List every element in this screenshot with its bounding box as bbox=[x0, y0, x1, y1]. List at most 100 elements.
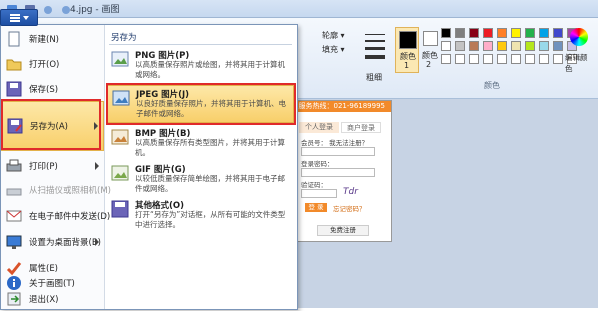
save-as-jpeg[interactable]: JPEG 图片(J) 以良好质量保存照片，并将其用于计算机、电子邮件或网络。 bbox=[107, 85, 294, 123]
menu-item-open[interactable]: 打开(O) bbox=[1, 52, 104, 76]
image-input-captcha bbox=[301, 189, 337, 198]
menu-item-new[interactable]: 新建(N) bbox=[1, 27, 104, 51]
palette-swatch[interactable] bbox=[525, 54, 535, 64]
other-formats-icon bbox=[111, 200, 129, 218]
file-menu-button[interactable] bbox=[0, 9, 38, 26]
save-as-item-description: 打开“另存为”对话框，从所有可能的文件类型中进行选择。 bbox=[135, 210, 286, 229]
jpeg-image-icon bbox=[112, 89, 130, 107]
palette-swatch[interactable] bbox=[469, 54, 479, 64]
save-as-submenu: 另存为 PNG 图片(P) 以高质量保存照片或绘图，并将其用于计算机或网络。 J… bbox=[105, 25, 296, 309]
save-as-png[interactable]: PNG 图片(P) 以高质量保存照片或绘图，并将其用于计算机或网络。 bbox=[107, 47, 294, 83]
color-palette bbox=[441, 28, 578, 64]
palette-swatch[interactable] bbox=[497, 54, 507, 64]
image-input-password bbox=[301, 168, 375, 177]
image-header-bar: 服务热线：021-96189995 bbox=[297, 101, 391, 112]
palette-swatch[interactable] bbox=[455, 54, 465, 64]
palette-swatch[interactable] bbox=[441, 28, 451, 38]
palette-swatch[interactable] bbox=[469, 28, 479, 38]
canvas-image[interactable]: 服务热线：021-96189995 个人登录 商户登录 会员号： 我无法注册？ … bbox=[296, 100, 392, 242]
palette-swatch[interactable] bbox=[469, 41, 479, 51]
email-icon bbox=[6, 208, 22, 224]
color1-button[interactable]: 颜色 1 bbox=[395, 27, 419, 73]
edit-colors-button[interactable]: 编辑颜色 bbox=[565, 28, 593, 73]
menu-item-save-as[interactable]: 另存为(A) bbox=[1, 101, 104, 151]
palette-swatch[interactable] bbox=[497, 28, 507, 38]
palette-swatch[interactable] bbox=[539, 54, 549, 64]
save-as-gif[interactable]: GIF 图片(G) 以较低质量保存简单绘图，并将其用于电子邮件或网络。 bbox=[107, 161, 294, 197]
menu-item-label: 打印(P) bbox=[29, 162, 58, 172]
window-title: 4.jpg - 画图 bbox=[70, 5, 120, 15]
color2-button[interactable]: 颜色 2 bbox=[421, 27, 439, 71]
color-wheel-icon bbox=[570, 28, 588, 46]
palette-swatch[interactable] bbox=[483, 54, 493, 64]
palette-swatch[interactable] bbox=[539, 41, 549, 51]
palette-swatch[interactable] bbox=[497, 41, 507, 51]
save-as-item-description: 以良好质量保存照片，并将其用于计算机、电子邮件或网络。 bbox=[136, 99, 286, 118]
file-menu: 新建(N) 打开(O) 保存(S) 另存为(A) 打印(P) 从扫描仪或照相机(… bbox=[0, 24, 298, 310]
fill-dropdown[interactable]: 填充 ▾ bbox=[322, 44, 345, 55]
image-row-member: 会员号： 我无法注册？ bbox=[301, 139, 369, 147]
save-as-icon bbox=[7, 118, 23, 134]
menu-item-label: 另存为(A) bbox=[30, 122, 68, 132]
save-disk-icon bbox=[6, 81, 22, 97]
save-as-bmp[interactable]: BMP 图片(B) 以高质量保存所有类型图片，并将其用于计算机。 bbox=[107, 125, 294, 161]
image-row-password: 登录密码： bbox=[301, 160, 334, 168]
menu-item-email[interactable]: 在电子邮件中发送(D) bbox=[1, 204, 110, 228]
palette-swatch[interactable] bbox=[525, 28, 535, 38]
menu-item-scanner[interactable]: 从扫描仪或照相机(M) bbox=[1, 178, 111, 202]
palette-swatch[interactable] bbox=[483, 41, 493, 51]
save-as-item-description: 以高质量保存照片或绘图，并将其用于计算机或网络。 bbox=[135, 60, 285, 79]
image-tab-personal: 个人登录 bbox=[299, 122, 339, 133]
chevron-down-icon bbox=[22, 15, 29, 20]
image-input-member bbox=[301, 147, 375, 156]
menu-item-label: 新建(N) bbox=[29, 35, 59, 45]
image-forgot-link: 忘记密码？ bbox=[333, 205, 366, 213]
color2-number: 2 bbox=[426, 60, 432, 69]
title-bar: 4.jpg - 画图 bbox=[0, 0, 598, 18]
menu-item-print[interactable]: 打印(P) bbox=[1, 154, 104, 178]
menu-item-label: 打开(O) bbox=[29, 60, 60, 70]
palette-swatch[interactable] bbox=[539, 28, 549, 38]
file-menu-commands: 新建(N) 打开(O) 保存(S) 另存为(A) 打印(P) 从扫描仪或照相机(… bbox=[1, 25, 111, 311]
menu-item-label: 在电子邮件中发送(D) bbox=[29, 212, 111, 222]
palette-swatch[interactable] bbox=[511, 28, 521, 38]
outline-dropdown[interactable]: 轮廓 ▾ bbox=[322, 30, 345, 41]
menu-item-label: 退出(X) bbox=[29, 295, 59, 305]
palette-swatch[interactable] bbox=[553, 41, 563, 51]
palette-swatch[interactable] bbox=[553, 28, 563, 38]
color1-number: 1 bbox=[404, 61, 410, 70]
size-button[interactable] bbox=[362, 29, 388, 69]
size-label: 粗细 bbox=[366, 73, 382, 82]
image-row-captcha: 验证码： bbox=[301, 181, 327, 189]
submenu-arrow-icon bbox=[94, 122, 98, 130]
palette-swatch[interactable] bbox=[553, 54, 563, 64]
save-as-other-formats[interactable]: 其他格式(O) 打开“另存为”对话框，从所有可能的文件类型中进行选择。 bbox=[107, 197, 294, 233]
submenu-arrow-icon bbox=[95, 162, 99, 170]
palette-swatch[interactable] bbox=[455, 41, 465, 51]
menu-item-exit[interactable]: 退出(X) bbox=[1, 287, 104, 311]
menu-lines-icon bbox=[9, 13, 20, 22]
menu-item-save[interactable]: 保存(S) bbox=[1, 77, 104, 101]
menu-item-label: 从扫描仪或照相机(M) bbox=[29, 186, 111, 196]
image-register-button: 免费注册 bbox=[317, 225, 369, 236]
submenu-arrow-icon bbox=[95, 238, 99, 246]
color2-swatch bbox=[423, 31, 438, 46]
palette-swatch[interactable] bbox=[511, 41, 521, 51]
palette-swatch[interactable] bbox=[441, 41, 451, 51]
palette-swatch[interactable] bbox=[441, 54, 451, 64]
exit-icon bbox=[6, 291, 22, 307]
open-folder-icon bbox=[6, 56, 22, 72]
png-image-icon bbox=[111, 50, 129, 68]
colors-group-label: 颜色 bbox=[484, 81, 500, 90]
printer-icon bbox=[6, 158, 22, 174]
palette-swatch[interactable] bbox=[483, 28, 493, 38]
new-file-icon bbox=[6, 31, 22, 47]
image-tab-merchant: 商户登录 bbox=[341, 122, 381, 133]
palette-swatch[interactable] bbox=[455, 28, 465, 38]
palette-swatch[interactable] bbox=[525, 41, 535, 51]
palette-swatch[interactable] bbox=[511, 54, 521, 64]
image-login-button: 登 录 bbox=[305, 203, 327, 212]
undo-icon[interactable] bbox=[40, 2, 56, 17]
menu-item-desktop-background[interactable]: 设置为桌面背景(B) bbox=[1, 230, 104, 254]
bmp-image-icon bbox=[111, 128, 129, 146]
